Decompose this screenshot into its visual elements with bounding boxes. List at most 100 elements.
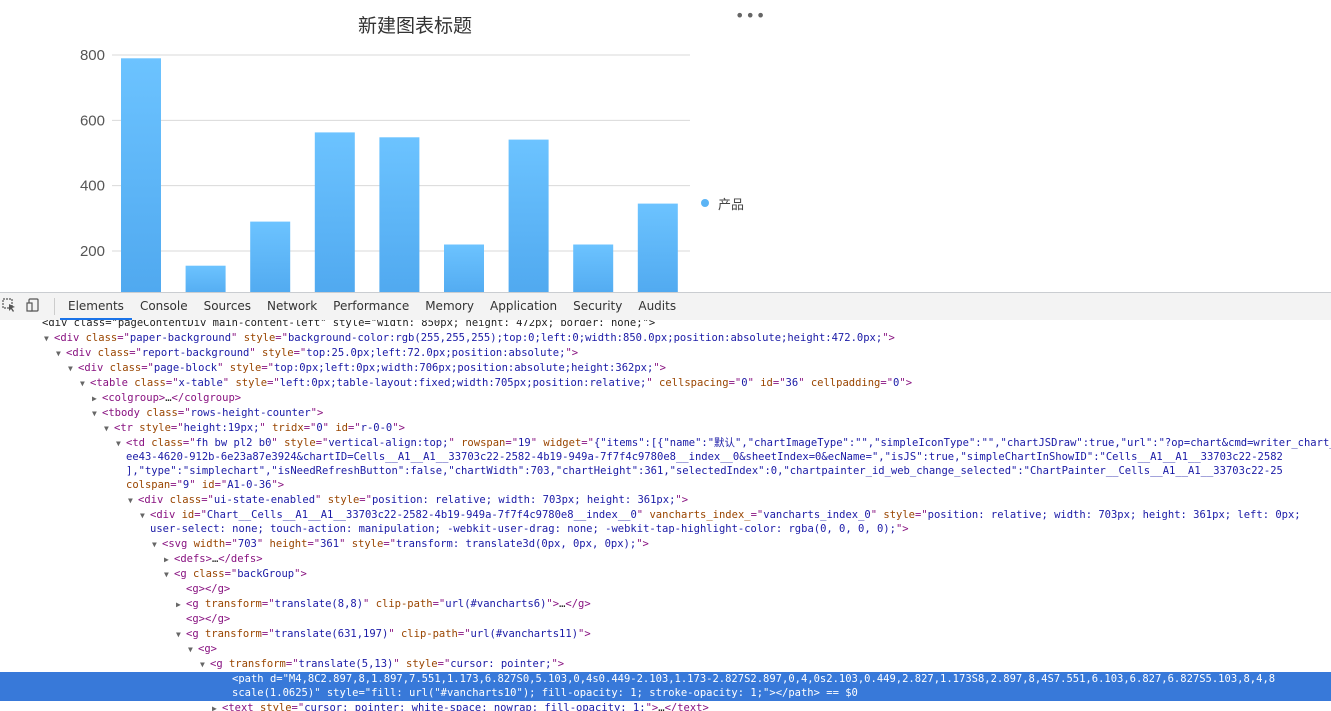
dom-token: " [393, 658, 407, 670]
dom-token: =" [383, 538, 396, 550]
dom-token: " [646, 377, 660, 389]
dom-node[interactable]: ▶ <g transform="translate(8,8)" clip-path… [0, 597, 1331, 612]
dom-token: style [406, 658, 438, 670]
expand-triangle-down-icon[interactable]: ▼ [200, 657, 210, 672]
bar[interactable] [121, 58, 161, 292]
dom-node[interactable]: <g></g> [0, 582, 1331, 597]
dom-node[interactable]: ▶ <colgroup>…</colgroup> [0, 391, 1331, 406]
legend-label[interactable]: 产品 [718, 198, 744, 213]
dom-token: top:0px;left:0px;width:706px;position:ab… [274, 362, 654, 374]
dom-node[interactable]: ],"type":"simplechart","isNeedRefreshBut… [0, 464, 1331, 479]
expand-triangle-right-icon[interactable]: ▶ [164, 552, 174, 567]
dom-node[interactable]: ▼ <div class="paper-background" style="ba… [0, 331, 1331, 346]
dom-token: " [388, 628, 401, 640]
dom-node[interactable]: ▼ <g transform="translate(5,13)" style="c… [0, 657, 1331, 672]
expand-triangle-down-icon[interactable]: ▼ [92, 406, 102, 421]
dom-node[interactable]: ▼ <td class="fh bw pl2 b0" style="vertica… [0, 436, 1331, 451]
expand-triangle-down-icon[interactable]: ▼ [152, 537, 162, 552]
bar[interactable] [508, 139, 549, 292]
dom-node[interactable]: ▼ <div class="report-background" style="t… [0, 346, 1331, 361]
dom-node[interactable]: ▼ <g class="backGroup"> [0, 567, 1331, 582]
expand-triangle-down-icon[interactable]: ▼ [164, 567, 174, 582]
dom-node[interactable]: ▼ <table class="x-table" style="left:0px;… [0, 376, 1331, 391]
dom-node[interactable]: ▼ <div class="page-block" style="top:0px;… [0, 361, 1331, 376]
dom-node-selected[interactable]: <path d="M4,8C2.897,8,1.897,7.551,1.173,… [0, 672, 1331, 687]
dom-node[interactable]: ▼ <div id="Chart__Cells__A1__A1__33703c22… [0, 508, 1331, 523]
dom-node-selected[interactable]: scale(1.0625)" style="fill: url("#vancha… [0, 686, 1331, 701]
bar[interactable] [314, 132, 355, 292]
tab-console[interactable]: Console [132, 293, 196, 320]
dom-node[interactable]: <g></g> [0, 612, 1331, 627]
dom-token: <g [210, 658, 229, 670]
dom-node[interactable]: ▼ <tr style="height:19px;" tridx="0" id="… [0, 421, 1331, 436]
expand-triangle-down-icon[interactable]: ▼ [188, 642, 198, 657]
dom-token: =" [315, 437, 329, 449]
bar[interactable] [637, 203, 678, 292]
dom-token: =" [505, 437, 519, 449]
dom-token: "> [546, 598, 560, 610]
expand-triangle-down-icon[interactable]: ▼ [176, 627, 186, 642]
dom-token: Chart__Cells__A1__A1__33703c22-2582-4b19… [206, 509, 637, 521]
dom-node[interactable]: ▼ <g transform="translate(631,197)" clip-… [0, 627, 1331, 642]
dom-node[interactable]: ▼ <svg width="703" height="361" style="tr… [0, 537, 1331, 552]
dom-token: vancharts_index_ [649, 509, 751, 521]
tab-network[interactable]: Network [259, 293, 325, 320]
expand-triangle-down-icon[interactable]: ▼ [68, 361, 78, 376]
dom-token: height [269, 538, 308, 550]
expand-triangle-down-icon[interactable]: ▼ [80, 376, 90, 391]
bar[interactable] [250, 221, 291, 292]
tab-elements[interactable]: Elements [60, 293, 132, 320]
dom-node[interactable]: ▼ <div class="ui-state-enabled" style="po… [0, 493, 1331, 508]
dom-token: =" [359, 494, 372, 506]
elements-dom-tree[interactable]: <div class="pageContentDiv main-content-… [0, 320, 1331, 711]
expand-triangle-down-icon[interactable]: ▼ [56, 346, 66, 361]
dom-token: translate(8,8) [274, 598, 364, 610]
expand-triangle-right-icon[interactable]: ▶ [212, 701, 222, 711]
bar[interactable] [379, 137, 420, 292]
dom-token: M4,8C2.897,8,1.897,7.551,1.173,6.827S0,5… [288, 673, 1276, 685]
tab-sources[interactable]: Sources [196, 293, 259, 320]
device-toolbar-icon[interactable] [26, 298, 40, 312]
dom-node[interactable]: ▶ <defs>…</defs> [0, 552, 1331, 567]
dom-token: =" [457, 628, 471, 640]
expand-triangle-down-icon[interactable]: ▼ [128, 493, 138, 508]
dom-token: " [636, 509, 650, 521]
dom-node[interactable]: ee43-4620-912b-6e23a87e3924&chartID=Cell… [0, 450, 1331, 465]
tab-performance[interactable]: Performance [325, 293, 417, 320]
dom-token: "> [294, 568, 307, 580]
expand-triangle-down-icon[interactable]: ▼ [140, 508, 150, 523]
dom-node[interactable]: <div class="pageContentDiv main-content-… [0, 320, 1331, 331]
dom-token: x-table [178, 377, 223, 389]
dom-node[interactable]: ▶ <text style="cursor: pointer; white-spa… [0, 701, 1331, 711]
bar[interactable] [185, 265, 226, 292]
expand-triangle-right-icon[interactable]: ▶ [92, 391, 102, 406]
dom-token: <svg [162, 538, 194, 550]
dom-token: class [192, 568, 225, 580]
tab-application[interactable]: Application [482, 293, 565, 320]
dom-node[interactable]: ▼ <tbody class="rows-height-counter"> [0, 406, 1331, 421]
dom-token: style [139, 422, 171, 434]
bar[interactable] [444, 244, 484, 293]
expand-triangle-down-icon[interactable]: ▼ [44, 331, 54, 346]
inspect-element-icon[interactable] [2, 298, 16, 312]
tab-memory[interactable]: Memory [417, 293, 482, 320]
bar-series[interactable] [121, 58, 678, 292]
dom-token: <div [54, 332, 86, 344]
dom-node[interactable]: ▼ <g> [0, 642, 1331, 657]
dom-token: " [217, 362, 230, 374]
expand-triangle-right-icon[interactable]: ▶ [176, 597, 186, 612]
legend-marker-icon[interactable] [701, 199, 709, 207]
dom-token: <div [66, 347, 98, 359]
dom-token: style [351, 538, 384, 550]
dom-token: =" [581, 437, 594, 449]
dom-node[interactable]: colspan="9" id="A1-0-36"> [0, 478, 1331, 493]
tab-audits[interactable]: Audits [630, 293, 684, 320]
more-horizontal-icon[interactable]: ••• [735, 6, 766, 25]
dom-token: id [760, 377, 773, 389]
bar[interactable] [573, 244, 614, 293]
tab-security[interactable]: Security [565, 293, 630, 320]
dom-token: "> [310, 407, 324, 419]
expand-triangle-down-icon[interactable]: ▼ [104, 421, 114, 436]
dom-node[interactable]: user-select: none; touch-action: manipul… [0, 522, 1331, 537]
expand-triangle-down-icon[interactable]: ▼ [116, 436, 126, 451]
